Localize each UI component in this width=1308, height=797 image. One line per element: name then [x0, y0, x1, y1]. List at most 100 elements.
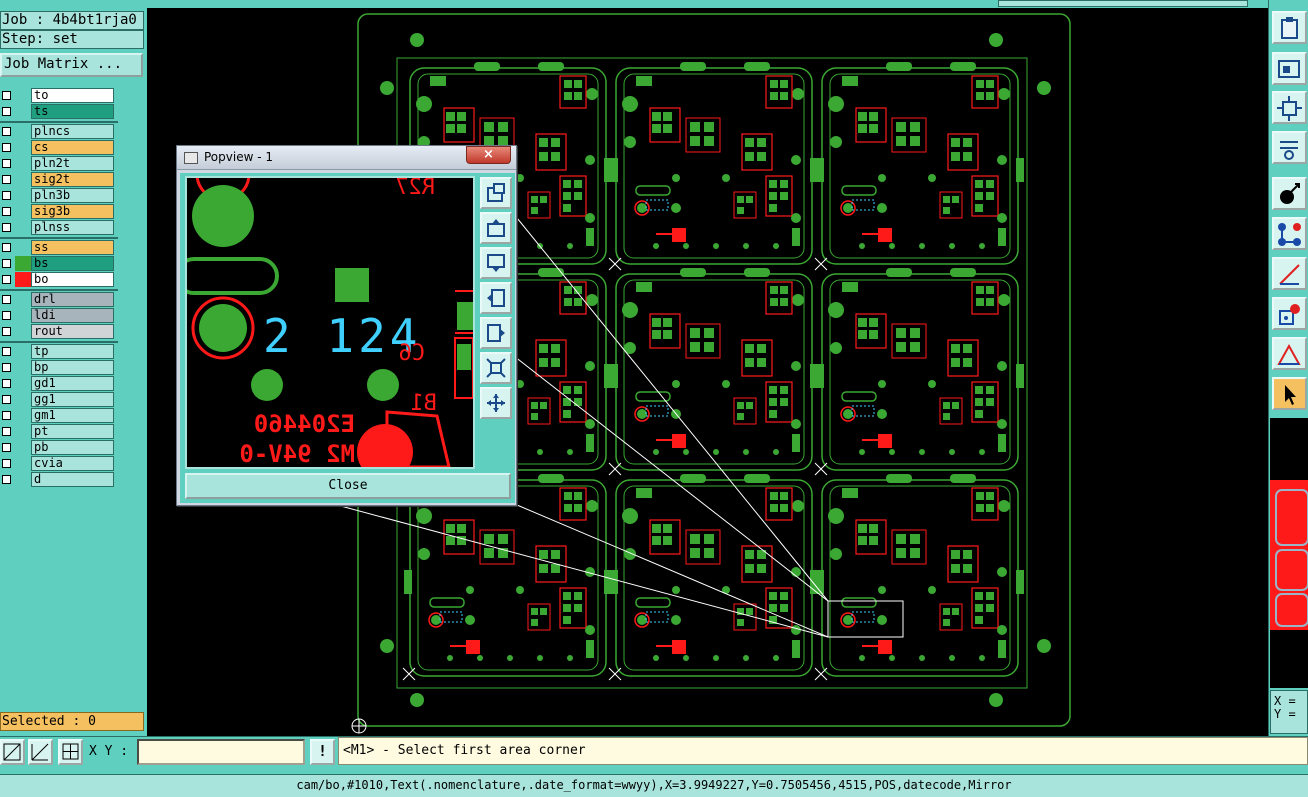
layer-name[interactable]: plnss: [31, 220, 114, 235]
layer-name[interactable]: bp: [31, 360, 114, 375]
job-matrix-button[interactable]: Job Matrix ...: [0, 53, 143, 77]
layer-row[interactable]: cs: [0, 140, 118, 155]
draw-line-icon[interactable]: [1272, 257, 1307, 290]
layer-checkbox[interactable]: [2, 275, 11, 284]
layer-checkbox[interactable]: [2, 395, 11, 404]
layer-row[interactable]: gg1: [0, 392, 118, 407]
layer-name[interactable]: to: [31, 88, 114, 103]
zoom-home-icon[interactable]: [1272, 52, 1307, 85]
layer-checkbox[interactable]: [2, 459, 11, 468]
layer-row[interactable]: pln3b: [0, 188, 118, 203]
layer-checkbox[interactable]: [2, 243, 11, 252]
layer-name[interactable]: bo: [31, 272, 114, 287]
layer-checkbox[interactable]: [2, 443, 11, 452]
popview-close-button[interactable]: Close: [185, 473, 511, 499]
clipboard-icon[interactable]: [1272, 11, 1307, 44]
layer-checkbox[interactable]: [2, 207, 11, 216]
layer-row[interactable]: tp: [0, 344, 118, 359]
grid-icon[interactable]: [58, 739, 83, 765]
pv-left-icon[interactable]: [480, 282, 512, 314]
zoom-box-icon[interactable]: [0, 739, 25, 765]
layer-row[interactable]: ss: [0, 240, 118, 255]
pv-down-icon[interactable]: [480, 247, 512, 279]
layer-name[interactable]: pt: [31, 424, 114, 439]
layer-row[interactable]: ts: [0, 104, 118, 119]
layer-row[interactable]: pb: [0, 440, 118, 455]
fit-screen-icon[interactable]: [1272, 91, 1307, 124]
popview-close-icon[interactable]: ×: [466, 146, 511, 164]
layer-color-swatch[interactable]: [15, 272, 31, 287]
layer-row[interactable]: pt: [0, 424, 118, 439]
layer-checkbox[interactable]: [2, 347, 11, 356]
layer-name[interactable]: d: [31, 472, 114, 487]
layer-row[interactable]: bo: [0, 272, 118, 287]
layer-row[interactable]: sig2t: [0, 172, 118, 187]
layer-checkbox[interactable]: [2, 175, 11, 184]
exclamation-button[interactable]: !: [310, 739, 335, 765]
layer-name[interactable]: drl: [31, 292, 114, 307]
xy-input[interactable]: [137, 739, 305, 765]
pv-zoom-icon[interactable]: [480, 387, 512, 419]
layer-row[interactable]: pln2t: [0, 156, 118, 171]
layer-checkbox[interactable]: [2, 107, 11, 116]
pv-copy-icon[interactable]: [480, 177, 512, 209]
layer-color-swatch[interactable]: [15, 256, 31, 271]
measure-tools-icon[interactable]: [1272, 131, 1307, 164]
layer-name[interactable]: ldi: [31, 308, 114, 323]
layer-checkbox[interactable]: [2, 191, 11, 200]
layer-row[interactable]: sig3b: [0, 204, 118, 219]
pv-up-icon[interactable]: [480, 212, 512, 244]
layer-row[interactable]: bs: [0, 256, 118, 271]
layer-checkbox[interactable]: [2, 363, 11, 372]
layer-name[interactable]: gd1: [31, 376, 114, 391]
layer-checkbox[interactable]: [2, 259, 11, 268]
layer-name[interactable]: gg1: [31, 392, 114, 407]
layer-row[interactable]: gd1: [0, 376, 118, 391]
layer-checkbox[interactable]: [2, 159, 11, 168]
layer-name[interactable]: ss: [31, 240, 114, 255]
pv-right-icon[interactable]: [480, 317, 512, 349]
layer-checkbox[interactable]: [2, 379, 11, 388]
layer-checkbox[interactable]: [2, 143, 11, 152]
layer-name[interactable]: pln3b: [31, 188, 114, 203]
layer-name[interactable]: sig2t: [31, 172, 114, 187]
layer-checkbox[interactable]: [2, 127, 11, 136]
layer-name[interactable]: pb: [31, 440, 114, 455]
pointer-icon[interactable]: [1272, 377, 1307, 410]
layer-checkbox[interactable]: [2, 427, 11, 436]
popview-canvas[interactable]: 2 124 R27 C6 B1 E204460 M2 94V-0: [185, 176, 475, 469]
layer-name[interactable]: rout: [31, 324, 114, 339]
layer-name[interactable]: plncs: [31, 124, 114, 139]
layer-checkbox[interactable]: [2, 411, 11, 420]
layer-name[interactable]: cs: [31, 140, 114, 155]
layer-checkbox[interactable]: [2, 311, 11, 320]
layer-checkbox[interactable]: [2, 223, 11, 232]
layer-row[interactable]: drl: [0, 292, 118, 307]
triangle-ruler-icon[interactable]: [1272, 337, 1307, 370]
layer-row[interactable]: plncs: [0, 124, 118, 139]
connect-nodes-icon[interactable]: [1272, 217, 1307, 250]
layer-row[interactable]: bp: [0, 360, 118, 375]
pv-fit-icon[interactable]: [480, 352, 512, 384]
popview-titlebar[interactable]: Popview - 1 ×: [177, 146, 516, 170]
layer-name[interactable]: gm1: [31, 408, 114, 423]
layer-name[interactable]: sig3b: [31, 204, 114, 219]
snap-icon[interactable]: [1272, 297, 1307, 330]
layer-row[interactable]: rout: [0, 324, 118, 339]
layer-row[interactable]: d: [0, 472, 118, 487]
layer-name[interactable]: tp: [31, 344, 114, 359]
layer-row[interactable]: plnss: [0, 220, 118, 235]
layer-row[interactable]: to: [0, 88, 118, 103]
zoom-grid-icon[interactable]: [28, 739, 53, 765]
layer-checkbox[interactable]: [2, 295, 11, 304]
rotate-icon[interactable]: [1272, 177, 1307, 210]
layer-name[interactable]: bs: [31, 256, 114, 271]
layer-name[interactable]: cvia: [31, 456, 114, 471]
layer-name[interactable]: pln2t: [31, 156, 114, 171]
layer-row[interactable]: cvia: [0, 456, 118, 471]
layer-name[interactable]: ts: [31, 104, 114, 119]
layer-checkbox[interactable]: [2, 91, 11, 100]
layer-row[interactable]: gm1: [0, 408, 118, 423]
layer-checkbox[interactable]: [2, 475, 11, 484]
layer-row[interactable]: ldi: [0, 308, 118, 323]
